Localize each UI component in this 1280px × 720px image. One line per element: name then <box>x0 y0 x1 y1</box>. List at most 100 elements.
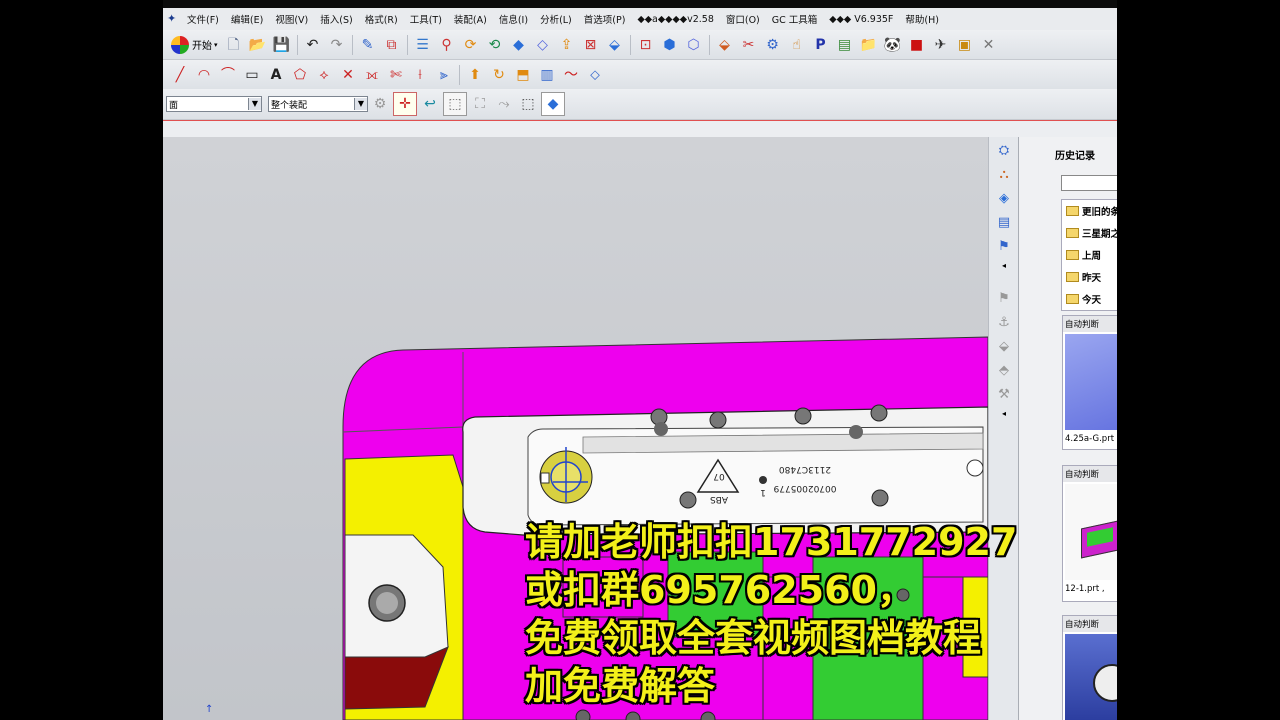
history-tab-icon[interactable]: ▤ <box>994 213 1014 233</box>
redo-icon[interactable]: ↷ <box>326 34 348 56</box>
hand-icon[interactable]: ☝ <box>786 34 808 56</box>
selection-filter-icon[interactable]: ⚲ <box>436 34 458 56</box>
save-icon[interactable]: 💾 <box>271 34 293 56</box>
history-item-2[interactable]: 自动判断 12-1.prt , <box>1062 465 1117 602</box>
text-icon[interactable]: A <box>265 64 287 86</box>
reuse-library-tab-icon[interactable]: ◈ <box>994 189 1014 209</box>
project-curve-icon[interactable]: ⟡ <box>313 64 335 86</box>
menu-gc-toolkit[interactable]: GC 工具箱 <box>766 12 824 26</box>
mold-tool-4-icon[interactable]: ⬘ <box>994 361 1014 381</box>
mold-tool-1-icon[interactable]: ⚑ <box>994 289 1014 309</box>
selection-scope-dropdown[interactable]: 整个装配 ▼ <box>268 96 368 112</box>
line-icon[interactable]: ╱ <box>169 64 191 86</box>
menu-file[interactable]: 文件(F) <box>181 12 225 26</box>
folder-yesterday[interactable]: 昨天 <box>1062 266 1117 288</box>
menu-edit[interactable]: 编辑(E) <box>225 12 269 26</box>
edit-object-icon[interactable]: ✎ <box>357 34 379 56</box>
curve-edit-icon[interactable]: 〜 <box>560 64 582 86</box>
p-tool-icon[interactable]: P <box>810 34 832 56</box>
layer-move-icon[interactable]: ⇪ <box>556 34 578 56</box>
undo-selection-icon[interactable]: ↩ <box>419 93 441 115</box>
box-tool-icon[interactable]: ▣ <box>954 34 976 56</box>
bridge-curve-icon[interactable]: ⟗ <box>361 64 383 86</box>
revolve-icon[interactable]: ↻ <box>488 64 510 86</box>
extrude-icon[interactable]: ⬆ <box>464 64 486 86</box>
menu-information[interactable]: 信息(I) <box>493 12 534 26</box>
layer-settings-icon[interactable]: ☰ <box>412 34 434 56</box>
menu-format[interactable]: 格式(R) <box>359 12 404 26</box>
rectangle-icon[interactable]: ▭ <box>241 64 263 86</box>
trimetric-view-icon[interactable]: ⬡ <box>683 34 705 56</box>
mold-tool-5-icon[interactable]: ⚒ <box>994 385 1014 405</box>
shaded-view-icon[interactable]: ◆ <box>508 34 530 56</box>
mold-tool-2-icon[interactable]: ⚓ <box>994 313 1014 333</box>
folder-last-week[interactable]: 上周 <box>1062 244 1117 266</box>
app-menu-icon[interactable]: ✦ <box>167 13 179 25</box>
extract-curve-icon[interactable]: ⫸ <box>433 64 455 86</box>
history-thumbnail <box>1065 484 1117 580</box>
shell-icon[interactable]: ▥ <box>536 64 558 86</box>
collapse-arrow-icon[interactable]: ◂ <box>994 261 1014 271</box>
mold-wizard-icon[interactable]: ⬙ <box>714 34 736 56</box>
trim-curve-icon[interactable]: ✄ <box>385 64 407 86</box>
open-folder-icon[interactable]: 📂 <box>247 34 269 56</box>
menu-assemblies[interactable]: 装配(A) <box>448 12 493 26</box>
refresh-icon[interactable]: ⟳ <box>460 34 482 56</box>
menu-view[interactable]: 视图(V) <box>269 12 314 26</box>
menu-analysis[interactable]: 分析(L) <box>534 12 578 26</box>
menu-help[interactable]: 帮助(H) <box>899 12 945 26</box>
undo-icon[interactable]: ↶ <box>302 34 324 56</box>
menu-window[interactable]: 窗口(O) <box>720 12 766 26</box>
bird-tool-icon[interactable]: ✈ <box>930 34 952 56</box>
arc-point-icon[interactable]: ◠ <box>193 64 215 86</box>
iso-view-icon[interactable]: ⬢ <box>659 34 681 56</box>
snap-point-icon[interactable]: ✛ <box>393 92 417 116</box>
parting-icon[interactable]: ✂ <box>738 34 760 56</box>
split-curve-icon[interactable]: ⟊ <box>409 64 431 86</box>
select-cube-icon[interactable]: ◆ <box>541 92 565 116</box>
intersect-curve-icon[interactable]: ✕ <box>337 64 359 86</box>
menu-plugin-2[interactable]: ◆◆◆ V6.935F <box>823 14 899 25</box>
select-edge-icon[interactable]: ⤳ <box>493 93 515 115</box>
assembly-navigator-icon[interactable]: ⚙ <box>762 34 784 56</box>
folder-tool-icon[interactable]: 📁 <box>858 34 880 56</box>
regenerate-icon[interactable]: ⟲ <box>484 34 506 56</box>
animal-tool-icon[interactable]: 🐼 <box>882 34 904 56</box>
arc-icon[interactable]: ⌒ <box>217 64 239 86</box>
menu-tools[interactable]: 工具(T) <box>404 12 448 26</box>
select-feature-icon[interactable]: ⛶ <box>469 93 491 115</box>
zoom-window-icon[interactable]: ⊡ <box>635 34 657 56</box>
folder-today[interactable]: 今天 <box>1062 288 1117 310</box>
menu-plugin[interactable]: ◆◆a◆◆◆◆v2.58 <box>631 14 719 25</box>
orient-view-icon[interactable]: ⬙ <box>604 34 626 56</box>
menu-insert[interactable]: 插入(S) <box>314 12 358 26</box>
folder-three-weeks[interactable]: 三星期之 <box>1062 222 1117 244</box>
fit-view-icon[interactable]: ⊠ <box>580 34 602 56</box>
select-body-icon[interactable]: ⬚ <box>443 92 467 116</box>
mold-tool-3-icon[interactable]: ⬙ <box>994 337 1014 357</box>
transform-icon[interactable]: ⧉ <box>381 34 403 56</box>
collapse-arrow-icon[interactable]: ◂ <box>994 409 1014 419</box>
history-search-input[interactable] <box>1061 175 1117 191</box>
wireframe-view-icon[interactable]: ◇ <box>532 34 554 56</box>
rectangle-select-icon[interactable]: ⬚ <box>517 93 539 115</box>
offset-curve-icon[interactable]: ⬠ <box>289 64 311 86</box>
filter-settings-icon[interactable]: ⚙ <box>369 93 391 115</box>
drafting-icon[interactable]: ▤ <box>834 34 856 56</box>
assembly-navigator-tab-icon[interactable]: ⛭ <box>994 141 1014 161</box>
menu-preferences[interactable]: 首选项(P) <box>578 12 632 26</box>
type-filter-dropdown[interactable]: 面 ▼ <box>166 96 262 112</box>
folder-older[interactable]: 更旧的条 <box>1062 200 1117 222</box>
start-button[interactable]: 开始 ▾ <box>167 35 222 54</box>
red-cube-icon[interactable]: ■ <box>906 34 928 56</box>
close-tool-icon[interactable]: ✕ <box>978 34 1000 56</box>
roles-tab-icon[interactable]: ⚑ <box>994 237 1014 257</box>
part-navigator-tab-icon[interactable]: ⛬ <box>994 165 1014 185</box>
chevron-down-icon[interactable]: ▼ <box>354 98 367 110</box>
history-item-1[interactable]: 自动判断 4.25a-G.prt <box>1062 315 1117 450</box>
surface-icon[interactable]: ⬦ <box>584 64 606 86</box>
history-item-3[interactable]: 自动判断 <box>1062 615 1117 720</box>
boolean-icon[interactable]: ⬒ <box>512 64 534 86</box>
chevron-down-icon[interactable]: ▼ <box>248 98 261 110</box>
new-file-icon[interactable]: 🗋 <box>223 34 245 56</box>
